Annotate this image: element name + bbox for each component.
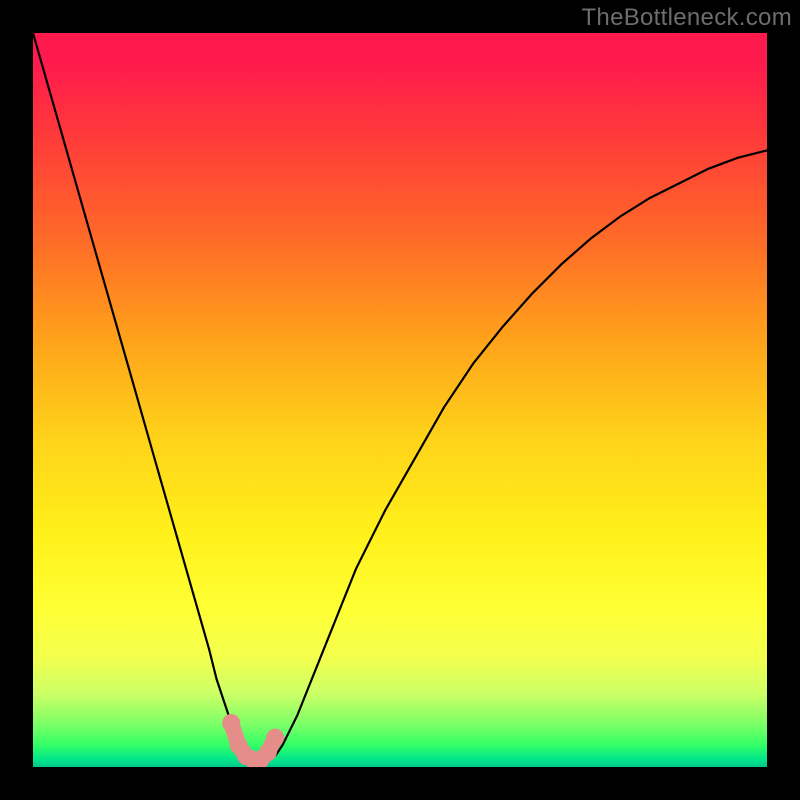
marker-dot <box>222 714 240 732</box>
curve-path <box>33 33 767 760</box>
watermark-text: TheBottleneck.com <box>581 4 792 32</box>
curve-markers <box>222 714 284 767</box>
plot-area <box>33 33 767 767</box>
bottleneck-curve <box>33 33 767 767</box>
marker-dot <box>266 729 284 747</box>
chart-frame: TheBottleneck.com <box>0 0 800 800</box>
